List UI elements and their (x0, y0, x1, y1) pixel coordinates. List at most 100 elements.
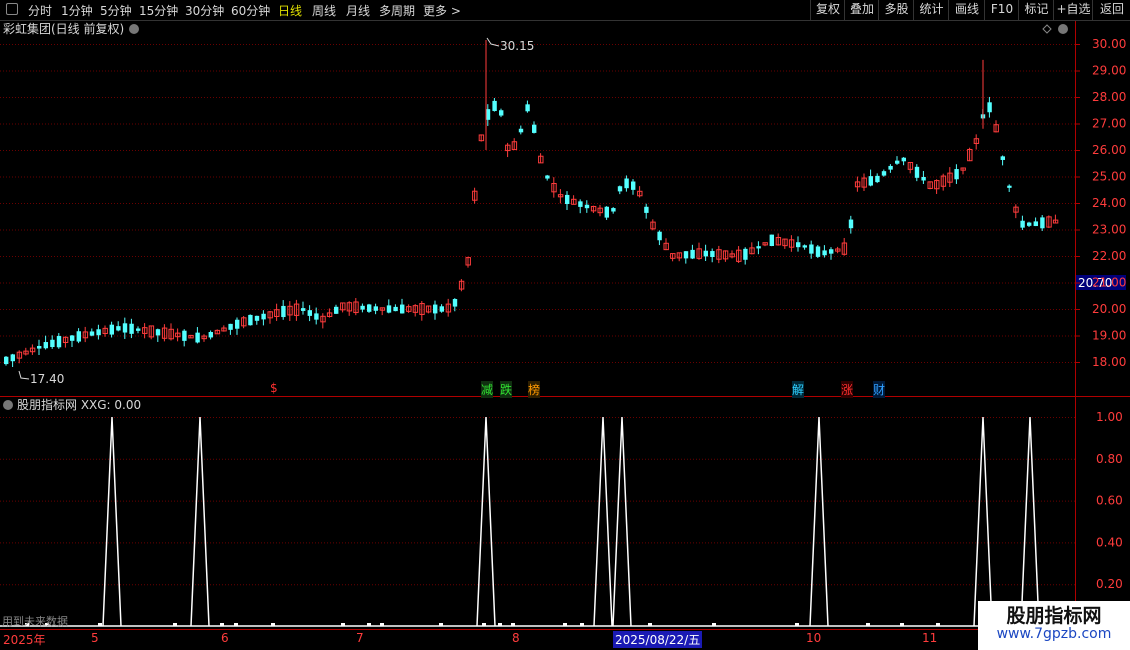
watermark-url: www.7gpzb.com (996, 626, 1112, 642)
candle-down (525, 104, 530, 112)
price-tick-label: 24.00 (1092, 196, 1126, 210)
time-label-7: 7 (356, 631, 364, 645)
candle-down (334, 306, 339, 314)
low-pointer (18, 370, 30, 380)
candle-down (683, 251, 689, 259)
marker-die: 跌 (500, 381, 513, 398)
candle-down (136, 328, 141, 331)
candle-down (1007, 185, 1012, 188)
candle-down (769, 234, 774, 247)
candle-down (743, 248, 748, 260)
candle-down (868, 176, 873, 186)
marker-cai: 财 (873, 381, 886, 398)
candle-down (208, 332, 213, 338)
indicator-dot (271, 623, 275, 626)
indicator-dot (367, 623, 371, 626)
time-label-6: 6 (221, 631, 229, 645)
indicator-dot (380, 623, 384, 626)
price-tick-label: 29.00 (1092, 64, 1126, 78)
candle-down (875, 175, 880, 183)
candle-down (624, 178, 629, 189)
candle-down (43, 342, 48, 349)
main-chart-options-icon[interactable] (1058, 24, 1068, 34)
candle-down (56, 336, 62, 348)
marker-bang: 榜 (528, 381, 541, 398)
indicator-dot (900, 623, 904, 626)
high-price-label: 30.15 (500, 39, 534, 53)
candle-down (1033, 221, 1038, 227)
candle-down (895, 160, 900, 164)
candle-down (690, 249, 695, 259)
candle-down (1000, 156, 1005, 160)
time-label-5: 5 (91, 631, 99, 645)
main-title-dropdown-icon[interactable] (129, 24, 139, 34)
price-tick-label: 26.00 (1092, 143, 1126, 157)
indicator-axis: 1.00 0.80 0.60 0.40 0.20 (1096, 410, 1123, 591)
candle-down (433, 304, 438, 314)
candle-down (386, 305, 392, 313)
candle-down (657, 231, 662, 241)
high-pointer (486, 37, 500, 47)
candle-down (499, 110, 504, 116)
candle-down (809, 244, 814, 254)
candle-down (802, 245, 807, 248)
time-label-year: 2025年 (3, 633, 46, 647)
time-label-10: 10 (806, 631, 822, 645)
candle-down (914, 166, 920, 178)
indicator-spike (102, 416, 122, 627)
candle-down (954, 169, 959, 180)
candle-down (631, 181, 636, 190)
marker-zhang: 涨 (841, 381, 854, 398)
candle-down (604, 206, 609, 218)
candle-down (10, 354, 15, 362)
indicator-dot (439, 623, 443, 626)
indicator-tick-label: 1.00 (1096, 410, 1123, 424)
indicator-spike (593, 416, 613, 627)
kline-chart[interactable]: 20.70 30.15 17.40 彩虹集团(日线 前复权) 股朋指标网 XXG… (0, 0, 1130, 630)
candle-down (1027, 222, 1032, 226)
candle-down (235, 319, 240, 329)
candle-down (367, 304, 372, 312)
indicator-tick-label: 0.20 (1096, 577, 1123, 591)
indicator-lines (0, 416, 1075, 627)
candle-down (545, 175, 550, 179)
diamond-icon[interactable] (1042, 24, 1052, 34)
indicator-dot (795, 623, 799, 626)
candle-down (182, 330, 187, 341)
candle-down (518, 128, 524, 133)
candle-down (195, 332, 200, 343)
candle-down (89, 331, 95, 336)
candle-down (901, 157, 906, 162)
candle-down (584, 204, 590, 209)
indicator-dot (580, 623, 584, 626)
candle-down (400, 304, 405, 314)
candle-down (281, 305, 286, 318)
marker-dollar: $ (270, 381, 278, 395)
indicator-dot (511, 623, 515, 626)
time-label-8: 8 (512, 631, 520, 645)
candle-down (360, 305, 365, 310)
price-tick-label: 20.00 (1092, 302, 1126, 316)
indicator-dot (98, 623, 102, 626)
indicator-dot (220, 623, 224, 626)
indicator-dropdown-icon[interactable] (3, 400, 13, 410)
marker-jie: 解 (792, 381, 805, 398)
candle-down (617, 186, 623, 192)
price-tick-label: 23.00 (1092, 223, 1126, 237)
indicator-dot (648, 623, 652, 626)
candle-down (492, 100, 497, 112)
candle-down (301, 308, 306, 311)
time-axis: 2025年 5 6 7 8 2025/08/22/五 10 11 (0, 630, 1130, 650)
indicator-dot (866, 623, 870, 626)
candle-down (439, 306, 444, 312)
candle-down (393, 306, 398, 312)
candle-down (532, 124, 537, 133)
candle-down (1040, 217, 1045, 229)
indicator-title: 股朋指标网 XXG: 0.00 (17, 397, 141, 412)
indicator-dot (234, 623, 238, 626)
price-tick-label: 28.00 (1092, 90, 1126, 104)
candle-down (307, 310, 312, 316)
indicator-spike (476, 416, 496, 627)
candle-down (796, 242, 801, 248)
candle-down (815, 246, 821, 257)
